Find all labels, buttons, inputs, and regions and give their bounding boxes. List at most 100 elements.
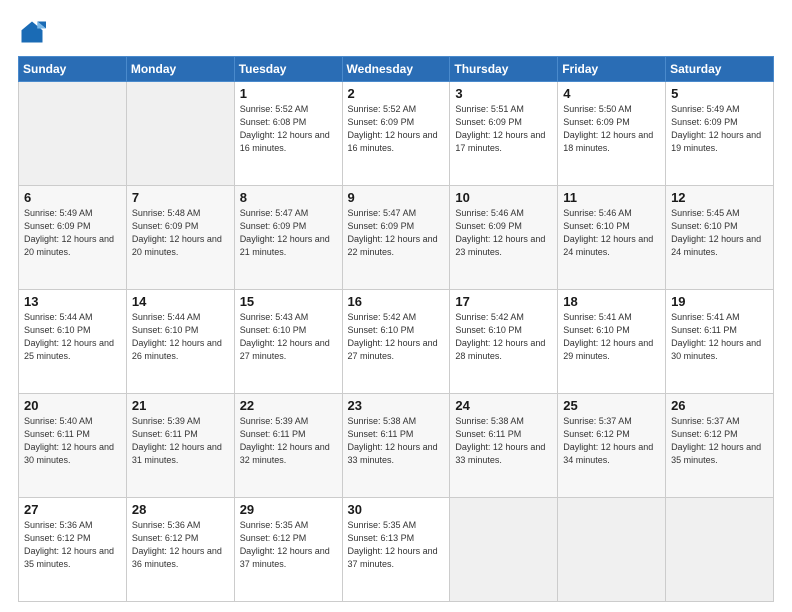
calendar-day-cell [126, 82, 234, 186]
calendar-day-cell: 11 Sunrise: 5:46 AM Sunset: 6:10 PM Dayli… [558, 186, 666, 290]
day-info: Sunrise: 5:36 AM Sunset: 6:12 PM Dayligh… [24, 519, 121, 571]
calendar-day-cell: 26 Sunrise: 5:37 AM Sunset: 6:12 PM Dayli… [666, 394, 774, 498]
calendar-day-cell [666, 498, 774, 602]
calendar-day-cell: 25Sunrise: 5:37 AM Sunset: 6:12 PM Dayli… [558, 394, 666, 498]
calendar-day-cell: 12Sunrise: 5:45 AM Sunset: 6:10 PM Dayli… [666, 186, 774, 290]
calendar-day-cell: 22 Sunrise: 5:39 AM Sunset: 6:11 PM Dayli… [234, 394, 342, 498]
day-info: Sunrise: 5:45 AM Sunset: 6:10 PM Dayligh… [671, 207, 768, 259]
day-info: Sunrise: 5:38 AM Sunset: 6:11 PM Dayligh… [348, 415, 445, 467]
day-info: Sunrise: 5:42 AM Sunset: 6:10 PM Dayligh… [455, 311, 552, 363]
day-number: 16 [348, 294, 445, 309]
logo-icon [18, 18, 46, 46]
day-number: 2 [348, 86, 445, 101]
calendar-day-cell: 16 Sunrise: 5:42 AM Sunset: 6:10 PM Dayli… [342, 290, 450, 394]
calendar-day-header: Saturday [666, 57, 774, 82]
day-info: Sunrise: 5:47 AM Sunset: 6:09 PM Dayligh… [240, 207, 337, 259]
calendar-week-row: 20 Sunrise: 5:40 AM Sunset: 6:11 PM Dayli… [19, 394, 774, 498]
day-info: Sunrise: 5:41 AM Sunset: 6:11 PM Dayligh… [671, 311, 768, 363]
calendar-day-header: Tuesday [234, 57, 342, 82]
calendar-day-cell: 4 Sunrise: 5:50 AM Sunset: 6:09 PM Daylig… [558, 82, 666, 186]
calendar-day-cell: 13 Sunrise: 5:44 AM Sunset: 6:10 PM Dayli… [19, 290, 127, 394]
calendar-day-cell: 27 Sunrise: 5:36 AM Sunset: 6:12 PM Dayli… [19, 498, 127, 602]
day-number: 24 [455, 398, 552, 413]
calendar-day-cell: 6 Sunrise: 5:49 AM Sunset: 6:09 PM Daylig… [19, 186, 127, 290]
day-number: 21 [132, 398, 229, 413]
day-info: Sunrise: 5:36 AM Sunset: 6:12 PM Dayligh… [132, 519, 229, 571]
day-info: Sunrise: 5:43 AM Sunset: 6:10 PM Dayligh… [240, 311, 337, 363]
calendar-table: SundayMondayTuesdayWednesdayThursdayFrid… [18, 56, 774, 602]
day-number: 22 [240, 398, 337, 413]
day-number: 11 [563, 190, 660, 205]
day-info: Sunrise: 5:48 AM Sunset: 6:09 PM Dayligh… [132, 207, 229, 259]
day-info: Sunrise: 5:51 AM Sunset: 6:09 PM Dayligh… [455, 103, 552, 155]
day-number: 29 [240, 502, 337, 517]
calendar-week-row: 13 Sunrise: 5:44 AM Sunset: 6:10 PM Dayli… [19, 290, 774, 394]
calendar-day-cell: 14 Sunrise: 5:44 AM Sunset: 6:10 PM Dayli… [126, 290, 234, 394]
calendar-day-cell: 19 Sunrise: 5:41 AM Sunset: 6:11 PM Dayli… [666, 290, 774, 394]
day-number: 17 [455, 294, 552, 309]
calendar-day-cell: 20 Sunrise: 5:40 AM Sunset: 6:11 PM Dayli… [19, 394, 127, 498]
calendar-day-cell [450, 498, 558, 602]
day-info: Sunrise: 5:52 AM Sunset: 6:08 PM Dayligh… [240, 103, 337, 155]
calendar-week-row: 6 Sunrise: 5:49 AM Sunset: 6:09 PM Daylig… [19, 186, 774, 290]
day-number: 13 [24, 294, 121, 309]
day-info: Sunrise: 5:37 AM Sunset: 6:12 PM Dayligh… [671, 415, 768, 467]
calendar-header-row: SundayMondayTuesdayWednesdayThursdayFrid… [19, 57, 774, 82]
page: SundayMondayTuesdayWednesdayThursdayFrid… [0, 0, 792, 612]
day-number: 15 [240, 294, 337, 309]
day-info: Sunrise: 5:46 AM Sunset: 6:09 PM Dayligh… [455, 207, 552, 259]
day-info: Sunrise: 5:39 AM Sunset: 6:11 PM Dayligh… [240, 415, 337, 467]
day-number: 20 [24, 398, 121, 413]
day-number: 9 [348, 190, 445, 205]
day-info: Sunrise: 5:46 AM Sunset: 6:10 PM Dayligh… [563, 207, 660, 259]
day-number: 26 [671, 398, 768, 413]
calendar-day-header: Friday [558, 57, 666, 82]
calendar-day-cell: 24 Sunrise: 5:38 AM Sunset: 6:11 PM Dayli… [450, 394, 558, 498]
day-info: Sunrise: 5:44 AM Sunset: 6:10 PM Dayligh… [24, 311, 121, 363]
day-info: Sunrise: 5:41 AM Sunset: 6:10 PM Dayligh… [563, 311, 660, 363]
day-number: 10 [455, 190, 552, 205]
calendar-day-cell: 30 Sunrise: 5:35 AM Sunset: 6:13 PM Dayli… [342, 498, 450, 602]
logo [18, 18, 50, 46]
day-number: 5 [671, 86, 768, 101]
day-number: 19 [671, 294, 768, 309]
day-number: 4 [563, 86, 660, 101]
calendar-day-header: Sunday [19, 57, 127, 82]
day-info: Sunrise: 5:44 AM Sunset: 6:10 PM Dayligh… [132, 311, 229, 363]
calendar-day-header: Wednesday [342, 57, 450, 82]
calendar-week-row: 27 Sunrise: 5:36 AM Sunset: 6:12 PM Dayli… [19, 498, 774, 602]
day-number: 30 [348, 502, 445, 517]
calendar-day-cell: 15 Sunrise: 5:43 AM Sunset: 6:10 PM Dayli… [234, 290, 342, 394]
day-info: Sunrise: 5:40 AM Sunset: 6:11 PM Dayligh… [24, 415, 121, 467]
calendar-day-cell: 29 Sunrise: 5:35 AM Sunset: 6:12 PM Dayli… [234, 498, 342, 602]
calendar-day-cell: 2 Sunrise: 5:52 AM Sunset: 6:09 PM Daylig… [342, 82, 450, 186]
calendar-day-cell: 3Sunrise: 5:51 AM Sunset: 6:09 PM Daylig… [450, 82, 558, 186]
calendar-day-cell: 1 Sunrise: 5:52 AM Sunset: 6:08 PM Daylig… [234, 82, 342, 186]
day-number: 27 [24, 502, 121, 517]
day-info: Sunrise: 5:35 AM Sunset: 6:13 PM Dayligh… [348, 519, 445, 571]
calendar-day-header: Thursday [450, 57, 558, 82]
day-number: 1 [240, 86, 337, 101]
calendar-day-cell [19, 82, 127, 186]
day-info: Sunrise: 5:49 AM Sunset: 6:09 PM Dayligh… [671, 103, 768, 155]
calendar-day-cell: 28 Sunrise: 5:36 AM Sunset: 6:12 PM Dayli… [126, 498, 234, 602]
calendar-day-cell: 21 Sunrise: 5:39 AM Sunset: 6:11 PM Dayli… [126, 394, 234, 498]
calendar-week-row: 1 Sunrise: 5:52 AM Sunset: 6:08 PM Daylig… [19, 82, 774, 186]
day-info: Sunrise: 5:50 AM Sunset: 6:09 PM Dayligh… [563, 103, 660, 155]
day-info: Sunrise: 5:35 AM Sunset: 6:12 PM Dayligh… [240, 519, 337, 571]
calendar-day-cell: 18Sunrise: 5:41 AM Sunset: 6:10 PM Dayli… [558, 290, 666, 394]
day-number: 7 [132, 190, 229, 205]
day-number: 6 [24, 190, 121, 205]
day-info: Sunrise: 5:49 AM Sunset: 6:09 PM Dayligh… [24, 207, 121, 259]
day-info: Sunrise: 5:52 AM Sunset: 6:09 PM Dayligh… [348, 103, 445, 155]
day-info: Sunrise: 5:39 AM Sunset: 6:11 PM Dayligh… [132, 415, 229, 467]
day-number: 28 [132, 502, 229, 517]
day-info: Sunrise: 5:42 AM Sunset: 6:10 PM Dayligh… [348, 311, 445, 363]
calendar-day-cell: 17 Sunrise: 5:42 AM Sunset: 6:10 PM Dayli… [450, 290, 558, 394]
calendar-day-cell: 8Sunrise: 5:47 AM Sunset: 6:09 PM Daylig… [234, 186, 342, 290]
day-info: Sunrise: 5:38 AM Sunset: 6:11 PM Dayligh… [455, 415, 552, 467]
day-number: 14 [132, 294, 229, 309]
day-info: Sunrise: 5:37 AM Sunset: 6:12 PM Dayligh… [563, 415, 660, 467]
day-number: 23 [348, 398, 445, 413]
calendar-day-cell: 23 Sunrise: 5:38 AM Sunset: 6:11 PM Dayli… [342, 394, 450, 498]
